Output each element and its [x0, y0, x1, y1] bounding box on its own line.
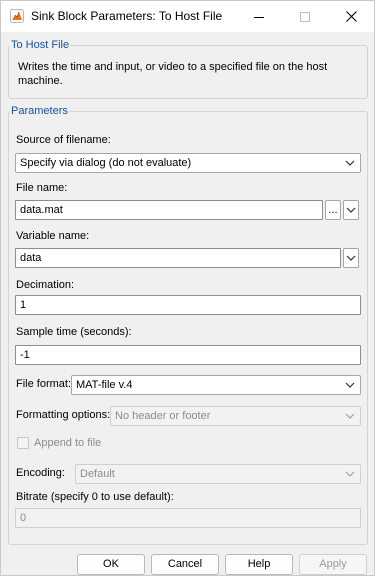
close-button[interactable]	[328, 1, 374, 32]
block-description: Writes the time and input, or video to a…	[18, 61, 328, 87]
chevron-down-icon	[346, 255, 356, 261]
apply-button[interactable]: Apply	[299, 554, 367, 575]
variable-name-dropdown-button[interactable]	[343, 248, 359, 268]
decimation-label: Decimation:	[16, 279, 75, 291]
file-name-label: File name:	[16, 182, 68, 194]
chevron-down-icon	[345, 413, 355, 419]
cancel-button[interactable]: Cancel	[151, 554, 219, 575]
decimation-field[interactable]	[15, 295, 361, 315]
help-button[interactable]: Help	[225, 554, 293, 575]
parameters-legend: Parameters	[11, 105, 68, 117]
browse-label: ...	[328, 204, 338, 216]
maximize-button[interactable]	[282, 1, 328, 32]
chevron-down-icon	[345, 382, 355, 388]
bitrate-field[interactable]	[15, 508, 361, 528]
dialog-window: Sink Block Parameters: To Host File To H…	[0, 0, 375, 576]
minimize-icon	[254, 16, 264, 18]
ok-button[interactable]: OK	[77, 554, 145, 575]
chevron-down-icon	[346, 207, 356, 213]
maximize-icon	[300, 11, 310, 22]
append-to-file-label: Append to file	[34, 437, 102, 449]
append-to-file-checkbox[interactable]	[17, 437, 29, 449]
chevron-down-icon	[345, 471, 355, 477]
window-title: Sink Block Parameters: To Host File	[31, 9, 223, 23]
simulink-block-icon	[10, 9, 24, 23]
formatting-options-dropdown[interactable]: No header or footer	[110, 406, 361, 426]
encoding-dropdown[interactable]: Default	[75, 464, 361, 484]
chevron-down-icon	[345, 160, 355, 166]
minimize-button[interactable]	[236, 1, 282, 32]
variable-name-label: Variable name:	[16, 230, 90, 242]
file-format-label: File format:	[16, 378, 72, 390]
file-name-dropdown-button[interactable]	[343, 200, 359, 220]
formatting-options-label: Formatting options:	[16, 409, 111, 421]
file-name-field[interactable]	[15, 200, 323, 220]
sample-time-field[interactable]	[15, 345, 361, 365]
description-legend: To Host File	[11, 39, 70, 51]
close-icon	[345, 11, 357, 22]
title-bar[interactable]: Sink Block Parameters: To Host File	[1, 1, 374, 32]
source-of-filename-dropdown[interactable]: Specify via dialog (do not evaluate)	[15, 153, 361, 173]
sample-time-label: Sample time (seconds):	[16, 326, 132, 338]
file-format-dropdown[interactable]: MAT-file v.4	[71, 375, 361, 395]
browse-button[interactable]: ...	[325, 200, 341, 220]
bitrate-label: Bitrate (specify 0 to use default):	[16, 491, 174, 503]
source-of-filename-value: Specify via dialog (do not evaluate)	[20, 157, 192, 169]
encoding-label: Encoding:	[16, 467, 65, 479]
source-of-filename-label: Source of filename:	[16, 134, 111, 146]
file-format-value: MAT-file v.4	[76, 379, 133, 391]
encoding-value: Default	[80, 468, 115, 480]
formatting-options-value: No header or footer	[115, 410, 211, 422]
variable-name-field[interactable]	[15, 248, 341, 268]
